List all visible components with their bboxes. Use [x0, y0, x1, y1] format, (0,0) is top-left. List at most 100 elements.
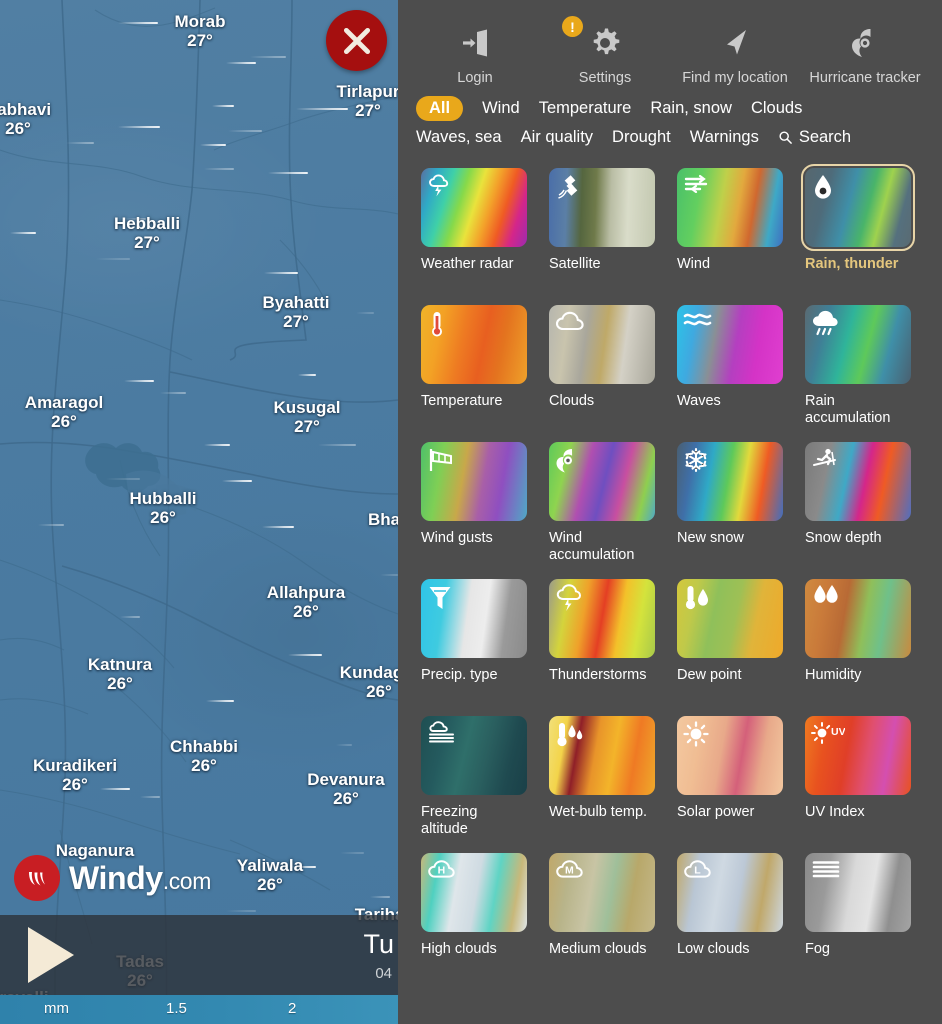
layer-tile-new-snow[interactable]: New snow: [677, 442, 783, 579]
layer-thumbnail[interactable]: [549, 716, 655, 795]
snowflake-icon: [683, 447, 709, 473]
layer-thumbnail[interactable]: [801, 164, 915, 251]
rain-cloud-icon: [811, 310, 841, 338]
wind-streak: [204, 444, 230, 446]
wind-streak: [250, 56, 286, 58]
action-login[interactable]: Login: [410, 18, 540, 86]
layer-thumbnail[interactable]: M: [549, 853, 655, 932]
layer-thumbnail[interactable]: [677, 716, 783, 795]
layer-thumbnail[interactable]: [549, 579, 655, 658]
layer-thumbnail[interactable]: [549, 168, 655, 247]
legend-bar[interactable]: mm 1.5 2: [0, 995, 398, 1024]
layer-tile-rain-thunder[interactable]: Rain, thunder: [801, 164, 915, 305]
layer-tile-snow-depth[interactable]: Snow depth: [805, 442, 911, 579]
layer-tile-dew-point[interactable]: Dew point: [677, 579, 783, 716]
layer-tile-solar-power[interactable]: Solar power: [677, 716, 783, 853]
layer-tile-high-clouds[interactable]: H High clouds: [421, 853, 527, 990]
category-chip-all[interactable]: All: [416, 96, 464, 121]
layer-tile-temperature[interactable]: Temperature: [421, 305, 527, 442]
timeline-day: Tu: [363, 929, 394, 959]
action-find-my-location[interactable]: Find my location: [670, 18, 800, 86]
layer-tile-wind-accumulation[interactable]: Wind accumulation: [549, 442, 655, 579]
wind-streak: [226, 910, 256, 912]
layer-thumbnail[interactable]: [805, 305, 911, 384]
layer-tile-low-clouds[interactable]: L Low clouds: [677, 853, 783, 990]
funnel-icon: [427, 584, 453, 612]
layer-tile-precip-type[interactable]: Precip. type: [421, 579, 527, 716]
category-chip-waves-sea[interactable]: Waves, sea: [416, 128, 502, 147]
layer-tile-freezing-altitude[interactable]: Freezing altitude: [421, 716, 527, 853]
category-chip-wind[interactable]: Wind: [482, 99, 520, 118]
map-city-label: Morab 27°: [175, 12, 226, 50]
city-temperature: 26°: [107, 674, 133, 694]
category-chip-air-quality[interactable]: Air quality: [521, 128, 593, 147]
layer-thumbnail[interactable]: [421, 168, 527, 247]
category-chip-search[interactable]: Search: [778, 128, 851, 147]
layer-thumbnail[interactable]: [677, 168, 783, 247]
layer-tile-humidity[interactable]: Humidity: [805, 579, 911, 716]
layer-thumbnail[interactable]: [421, 579, 527, 658]
layer-thumbnail[interactable]: [677, 442, 783, 521]
layer-thumbnail[interactable]: [549, 305, 655, 384]
city-name: Byahatti: [262, 293, 330, 312]
windy-logo-text: Windy.com: [69, 859, 211, 896]
category-chip-drought[interactable]: Drought: [612, 128, 671, 147]
close-button[interactable]: [326, 10, 387, 71]
layer-thumbnail[interactable]: [805, 442, 911, 521]
layer-thumbnail[interactable]: [677, 579, 783, 658]
layer-thumbnail[interactable]: [421, 305, 527, 384]
layer-label: Low clouds: [677, 941, 750, 957]
action-settings[interactable]: ! Settings: [540, 16, 670, 86]
layer-tile-thunderstorms[interactable]: Thunderstorms: [549, 579, 655, 716]
category-filter: All Wind Temperature Rain, snow Clouds Waves…: [398, 90, 942, 147]
wind-streak: [226, 62, 256, 64]
layer-thumbnail[interactable]: [421, 716, 527, 795]
layer-thumbnail[interactable]: [805, 579, 911, 658]
city-temperature: 26°: [150, 508, 176, 528]
layer-label: Precip. type: [421, 667, 498, 683]
layer-tile-satellite[interactable]: Satellite: [549, 168, 655, 305]
category-chip-clouds[interactable]: Clouds: [751, 99, 802, 118]
layer-tile-waves[interactable]: Waves: [677, 305, 783, 442]
thermo-drop-icon: [683, 584, 711, 612]
timeline-bar[interactable]: Tu 04: [0, 915, 398, 995]
category-chip-rain-snow[interactable]: Rain, snow: [650, 99, 732, 118]
layer-thumbnail[interactable]: [805, 853, 911, 932]
city-name: Morab: [174, 12, 226, 31]
layer-label: Solar power: [677, 804, 755, 820]
weather-map[interactable]: Morab27°Tirlapur27°Nabhavi26°Hebballi27°…: [0, 0, 398, 1024]
layer-tile-rain-accumulation[interactable]: Rain accumulation: [805, 305, 911, 442]
fog-icon: [811, 858, 841, 880]
legend-unit: mm: [44, 1000, 69, 1017]
layer-thumbnail[interactable]: L: [677, 853, 783, 932]
layer-thumbnail[interactable]: [421, 442, 527, 521]
city-name: Hebballi: [113, 214, 181, 233]
layer-tile-uv-index[interactable]: UV UV Index: [805, 716, 911, 853]
wind-streak: [370, 896, 390, 898]
city-temperature: 26°: [62, 775, 88, 795]
layer-tile-wind[interactable]: Wind: [677, 168, 783, 305]
category-chip-temperature[interactable]: Temperature: [539, 99, 632, 118]
category-row-1: All Wind Temperature Rain, snow Clouds: [416, 96, 924, 121]
layer-tile-medium-clouds[interactable]: M Medium clouds: [549, 853, 655, 990]
layer-thumbnail[interactable]: [549, 442, 655, 521]
layer-tile-wet-bulb-temp[interactable]: Wet-bulb temp.: [549, 716, 655, 853]
satellite-icon: [555, 173, 583, 201]
layer-tile-weather-radar[interactable]: Weather radar: [421, 168, 527, 305]
play-button[interactable]: [28, 927, 74, 983]
city-temperature: 26°: [191, 756, 217, 776]
layer-label: Wind accumulation: [549, 530, 635, 564]
layer-tile-fog[interactable]: Fog: [805, 853, 911, 990]
category-chip-warnings[interactable]: Warnings: [690, 128, 759, 147]
action-hurricane-tracker[interactable]: Hurricane tracker: [800, 18, 930, 86]
layer-thumbnail[interactable]: H: [421, 853, 527, 932]
layer-tile-wind-gusts[interactable]: Wind gusts: [421, 442, 527, 579]
layer-tile-clouds[interactable]: Clouds: [549, 305, 655, 442]
wind-streak: [262, 526, 294, 528]
city-name: Kundagol: [339, 663, 398, 682]
layer-thumbnail[interactable]: [677, 305, 783, 384]
layer-thumbnail[interactable]: UV: [805, 716, 911, 795]
layer-label: Dew point: [677, 667, 742, 683]
map-city-label: Kusugal 27°: [273, 398, 340, 436]
windy-logo[interactable]: Windy.com: [14, 855, 211, 901]
